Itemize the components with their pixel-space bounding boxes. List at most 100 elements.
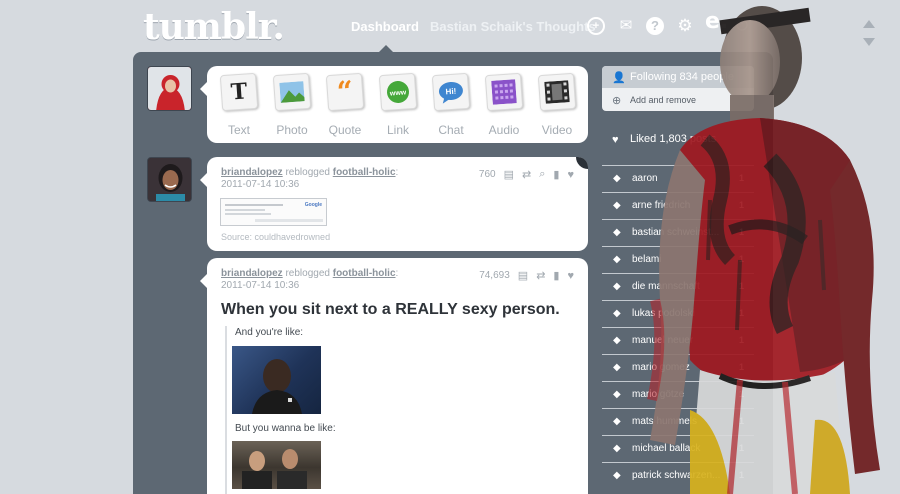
- post-type-text[interactable]: T Text: [215, 72, 263, 137]
- tag-name: michael ballack: [632, 443, 701, 454]
- nav-blog-link[interactable]: Bastian Schaik's Thoughts: [430, 19, 596, 34]
- tracked-tag-item[interactable]: ◆ manuel neuer 1: [602, 327, 754, 353]
- e-icon[interactable]: e.: [705, 11, 728, 33]
- gear-icon[interactable]: ⚙: [676, 17, 694, 35]
- post-controls: 760 ▤ ⇄ ⌕ ▮ ♥: [479, 168, 574, 181]
- scroll-up-arrow-icon[interactable]: [863, 20, 875, 28]
- tumblr-logo[interactable]: tumblr.: [143, 6, 285, 48]
- tag-count: 1: [738, 389, 744, 399]
- text-icon: T: [219, 72, 259, 112]
- post-action: reblogged: [285, 167, 330, 178]
- link-icon: www: [378, 72, 418, 112]
- tracked-tag-item[interactable]: ◆ mats hummels 1: [602, 408, 754, 434]
- tag-icon: ◆: [613, 200, 621, 211]
- reblog-icon[interactable]: ⇄: [522, 168, 531, 181]
- user-avatar[interactable]: [147, 66, 192, 111]
- tag-name: lukas podolski: [632, 308, 695, 319]
- avatar-image-icon: [148, 67, 191, 110]
- post-text-line: But you wanna be like:: [235, 423, 336, 434]
- power-icon[interactable]: ⏻: [733, 17, 751, 35]
- svg-text:Hi!: Hi!: [445, 87, 456, 97]
- notes-icon[interactable]: ▤: [518, 269, 528, 282]
- notes-count[interactable]: 74,693: [479, 270, 510, 281]
- help-icon[interactable]: ?: [646, 17, 664, 35]
- post-type-audio[interactable]: Audio: [480, 72, 528, 137]
- google-logo-icon: Google: [304, 202, 322, 208]
- bookmark-icon[interactable]: ▮: [553, 269, 559, 282]
- post-type-quote[interactable]: “ Quote: [321, 72, 369, 137]
- tracked-tag-item[interactable]: ◆ mario gomez 1: [602, 354, 754, 380]
- nav-dashboard-link[interactable]: Dashboard: [351, 19, 419, 52]
- tracked-tag-item[interactable]: ◆ mario götze 1: [602, 381, 754, 407]
- post-type-chat[interactable]: Hi! Chat: [427, 72, 475, 137]
- tracked-tag-item[interactable]: ◆ michael ballack 1: [602, 435, 754, 461]
- top-nav: tumblr. Dashboard Bastian Schaik's Thoug…: [0, 0, 900, 52]
- tracked-tag-item[interactable]: ◆ die mannschaft 1: [602, 273, 754, 299]
- tag-count: 1: [738, 173, 744, 183]
- post-source[interactable]: Source: couldhavedrowned: [221, 232, 330, 242]
- post-user-link[interactable]: briandalopez: [221, 268, 283, 279]
- post-date: 2011-07-14 10:36: [221, 179, 300, 190]
- tag-name: die mannschaft: [632, 281, 700, 292]
- svg-text:www: www: [389, 89, 407, 97]
- avatar-image-icon: [148, 158, 191, 201]
- post-header: briandalopez reblogged football-holic: 2…: [221, 167, 399, 190]
- like-heart-icon[interactable]: ♥: [567, 270, 574, 282]
- plus-icon[interactable]: +: [587, 17, 605, 35]
- bookmark-icon[interactable]: ▮: [553, 168, 559, 181]
- add-user-icon: ⊕: [612, 95, 622, 107]
- post-title: When you sit next to a REALLY sexy perso…: [221, 301, 560, 318]
- tag-count: 1: [738, 254, 744, 264]
- add-remove-link[interactable]: Add and remove: [630, 95, 696, 105]
- tracked-tag-item[interactable]: ◆ aaron 1: [602, 165, 754, 191]
- post-type-label: Audio: [488, 123, 520, 137]
- tag-icon: ◆: [613, 308, 621, 319]
- tag-icon: ◆: [613, 470, 621, 481]
- post-type-bar: T Text Photo “ Quote www Link Hi! Chat A…: [200, 66, 588, 143]
- post-type-link[interactable]: www Link: [374, 72, 422, 137]
- tag-count: 1: [738, 470, 744, 480]
- dashboard-post: briandalopez reblogged football-holic: 2…: [200, 258, 588, 494]
- tag-name: arne friedrich: [632, 200, 691, 211]
- post-type-label: Video: [541, 123, 573, 137]
- heart-icon: ♥: [612, 134, 619, 146]
- post-gif-image[interactable]: [232, 346, 321, 414]
- notes-count[interactable]: 760: [479, 169, 496, 180]
- tracked-tag-item[interactable]: ◆ bastian schweinst... 1: [602, 219, 754, 245]
- post-type-label: Quote: [328, 123, 362, 137]
- tracked-tag-item[interactable]: ◆ arne friedrich 1: [602, 192, 754, 218]
- following-box[interactable]: Following 834 people 👤 ⊕ Add and remove: [602, 66, 754, 111]
- post-author-avatar[interactable]: [147, 157, 192, 202]
- tracked-tag-item[interactable]: ◆ lukas podolski 1: [602, 300, 754, 326]
- liked-posts-link[interactable]: ♥ Liked 1,803 posts: [602, 128, 754, 150]
- mail-icon[interactable]: ✉: [617, 17, 635, 35]
- tag-icon: ◆: [613, 416, 621, 427]
- post-source-user-link[interactable]: football-holic: [333, 167, 396, 178]
- tracked-tag-item[interactable]: ◆ belami 1: [602, 246, 754, 272]
- tag-name: manuel neuer: [632, 335, 694, 346]
- tracked-tag-item[interactable]: ◆ patrick schwarzen... 1: [602, 462, 754, 488]
- post-screenshot-image[interactable]: Google: [220, 198, 327, 226]
- post-text-line: And you're like:: [235, 327, 304, 338]
- post-user-link[interactable]: briandalopez: [221, 167, 283, 178]
- tag-count: 1: [738, 416, 744, 426]
- tag-count: 1: [738, 308, 744, 318]
- dashboard-post: briandalopez reblogged football-holic: 2…: [200, 157, 588, 251]
- search-icon[interactable]: ⌕: [539, 168, 545, 181]
- post-source-user-link[interactable]: football-holic: [333, 268, 396, 279]
- scroll-down-arrow-icon[interactable]: [863, 38, 875, 46]
- post-gif-image[interactable]: [232, 441, 321, 489]
- tag-count: 1: [738, 362, 744, 372]
- post-type-photo[interactable]: Photo: [268, 72, 316, 137]
- post-type-video[interactable]: Video: [533, 72, 581, 137]
- tag-icon: ◆: [613, 443, 621, 454]
- tag-icon: ◆: [613, 362, 621, 373]
- tag-name: belami: [632, 254, 662, 265]
- notes-icon[interactable]: ▤: [504, 168, 514, 181]
- tag-icon: ◆: [613, 335, 621, 346]
- tag-icon: ◆: [613, 173, 621, 184]
- tag-icon: ◆: [613, 227, 621, 238]
- like-heart-icon[interactable]: ♥: [567, 169, 574, 181]
- tag-name: mats hummels: [632, 416, 698, 427]
- reblog-icon[interactable]: ⇄: [536, 269, 545, 282]
